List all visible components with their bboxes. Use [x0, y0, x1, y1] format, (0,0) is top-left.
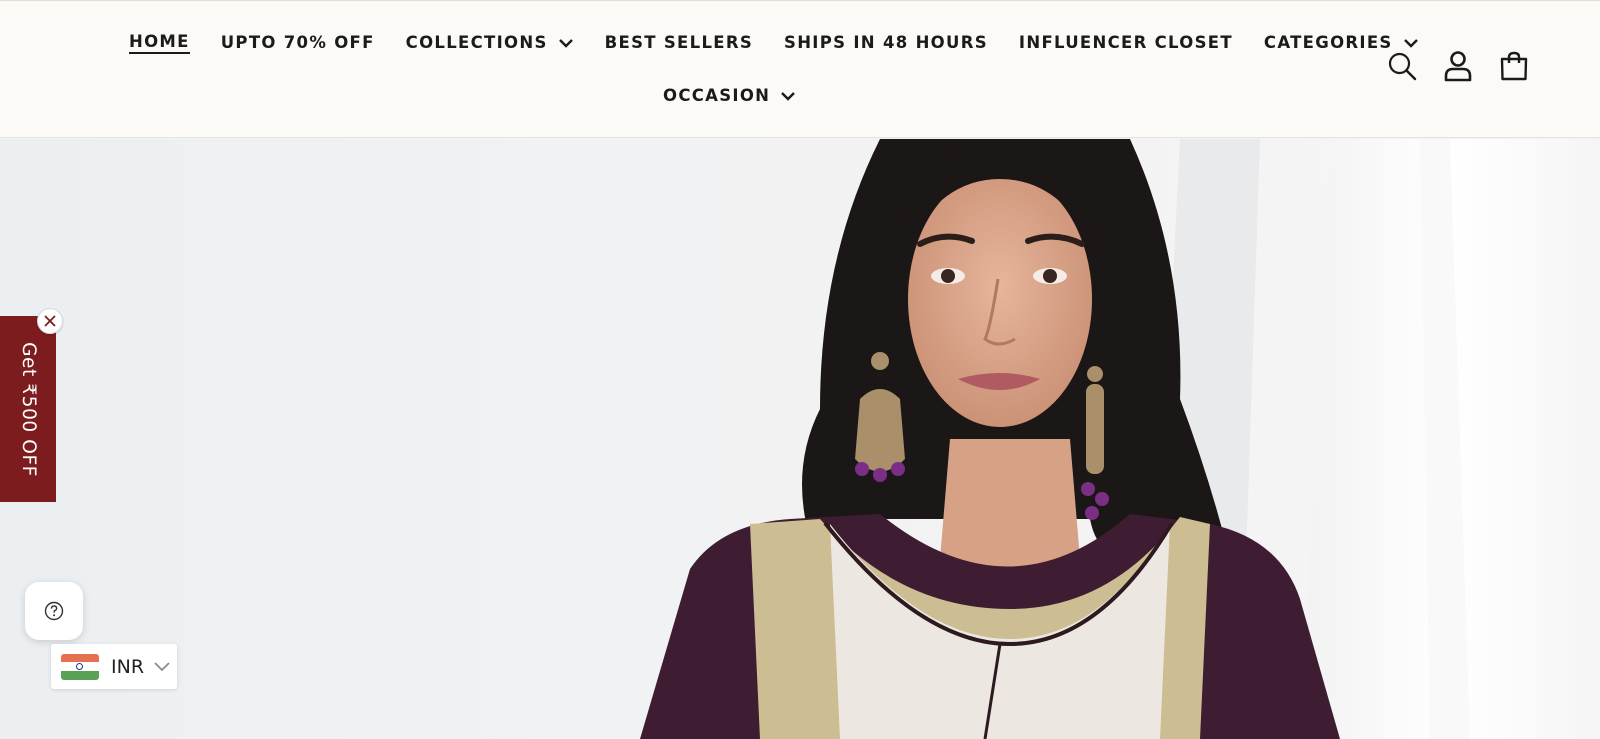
- promo-close-button[interactable]: [37, 308, 63, 334]
- nav-label: SHIPS IN 48 HOURS: [784, 33, 988, 52]
- chevron-down-icon: [154, 661, 170, 671]
- nav-item-influencer-closet[interactable]: INFLUENCER CLOSET: [1019, 31, 1233, 55]
- nav-label: BEST SELLERS: [604, 33, 754, 52]
- nav-row-primary: HOME UPTO 70% OFF COLLECTIONS BEST SELLE…: [129, 31, 1450, 55]
- chevron-down-icon: [781, 92, 796, 101]
- nav-item-home[interactable]: HOME: [129, 32, 190, 54]
- india-flag-icon: [61, 653, 99, 680]
- nav-item-ships-48-hours[interactable]: SHIPS IN 48 HOURS: [784, 31, 988, 55]
- hero-banner-image[interactable]: [0, 139, 1600, 739]
- help-icon: [44, 601, 64, 621]
- search-icon[interactable]: [1386, 49, 1418, 83]
- currency-selector[interactable]: INR: [51, 644, 177, 689]
- nav-row-secondary: OCCASION: [663, 84, 827, 108]
- help-button[interactable]: [25, 582, 83, 640]
- site-header: HOME UPTO 70% OFF COLLECTIONS BEST SELLE…: [0, 0, 1600, 138]
- nav-label: CATEGORIES: [1263, 33, 1393, 52]
- nav-label: OCCASION: [663, 86, 771, 105]
- close-icon: [44, 315, 56, 327]
- nav-label: HOME: [129, 32, 190, 54]
- nav-item-best-sellers[interactable]: BEST SELLERS: [605, 31, 753, 55]
- nav-item-sale[interactable]: UPTO 70% OFF: [221, 31, 375, 55]
- nav-item-occasion[interactable]: OCCASION: [663, 84, 796, 108]
- chevron-down-icon: [558, 39, 573, 48]
- nav-label: UPTO 70% OFF: [220, 33, 375, 52]
- currency-code: INR: [111, 655, 145, 678]
- nav-label: INFLUENCER CLOSET: [1018, 33, 1233, 52]
- header-icons: [1386, 49, 1554, 83]
- chevron-down-icon: [1403, 39, 1418, 48]
- nav-label: COLLECTIONS: [405, 33, 548, 52]
- account-icon[interactable]: [1442, 49, 1474, 83]
- cart-icon[interactable]: [1498, 49, 1530, 83]
- promo-discount-tab[interactable]: Get ₹500 OFF: [0, 316, 56, 502]
- promo-text: Get ₹500 OFF: [17, 341, 39, 477]
- model-illustration: [640, 139, 1600, 739]
- nav-item-collections[interactable]: COLLECTIONS: [406, 31, 574, 55]
